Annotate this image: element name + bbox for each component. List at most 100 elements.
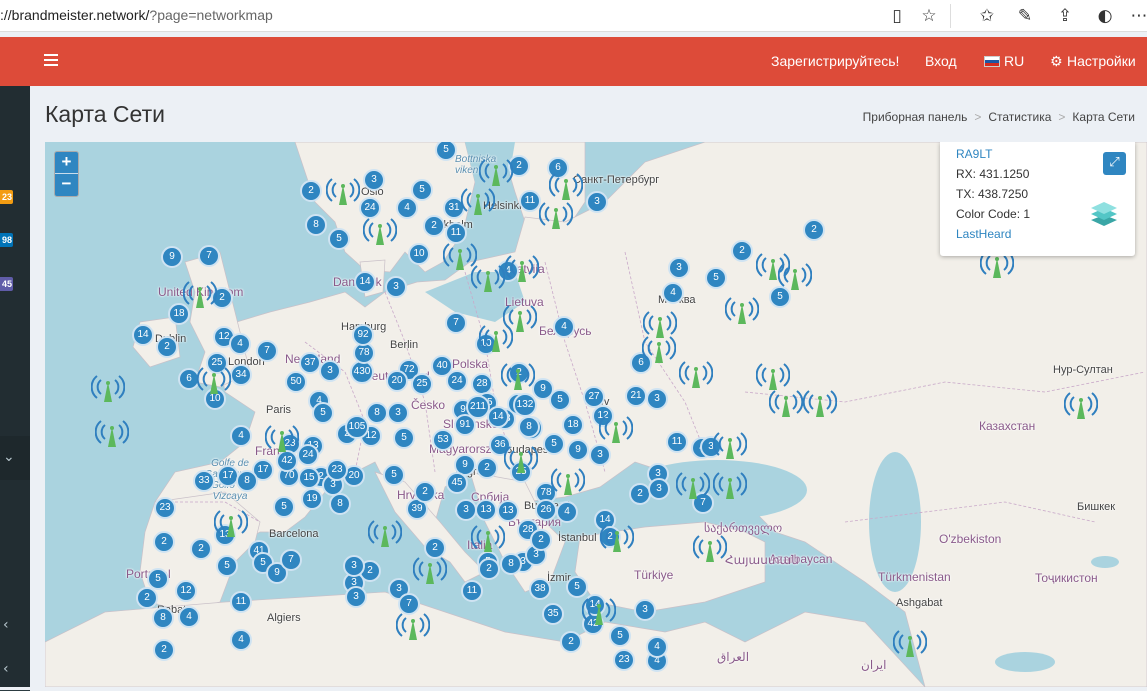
map-cluster-marker[interactable]: 7 <box>445 312 467 334</box>
map-cluster-marker[interactable]: 24 <box>297 444 319 466</box>
map-cluster-marker[interactable]: 105 <box>345 415 369 439</box>
share-icon[interactable]: ⇪ <box>1053 4 1077 28</box>
lastheard-link[interactable]: LastHeard <box>956 227 1011 241</box>
repeater-antenna-icon[interactable] <box>893 625 927 659</box>
map-cluster-marker[interactable]: 19 <box>301 488 323 510</box>
map-cluster-marker[interactable]: 7 <box>280 549 302 571</box>
url-field[interactable]: ://brandmeister.network/?page=networkmap <box>0 7 273 23</box>
map-cluster-marker[interactable]: 8 <box>152 607 174 629</box>
map-cluster-marker[interactable]: 2 <box>731 240 753 262</box>
map-cluster-marker[interactable]: 8 <box>500 553 522 575</box>
map-cluster-marker[interactable]: 21 <box>625 385 647 407</box>
repeater-antenna-icon[interactable] <box>693 530 727 564</box>
map-cluster-marker[interactable]: 3 <box>455 499 477 521</box>
fullscreen-icon[interactable]: ⤢ <box>1103 152 1126 175</box>
breadcrumb-statistics[interactable]: Статистика <box>988 110 1051 124</box>
map-cluster-marker[interactable]: 11 <box>666 431 688 453</box>
repeater-antenna-icon[interactable] <box>713 467 747 501</box>
map-cluster-marker[interactable]: 2 <box>560 631 582 653</box>
repeater-antenna-icon[interactable] <box>368 515 402 549</box>
map-cluster-marker[interactable]: 12 <box>175 580 197 602</box>
repeater-antenna-icon[interactable] <box>197 362 231 396</box>
repeater-antenna-icon[interactable] <box>91 370 125 404</box>
repeater-antenna-icon[interactable] <box>461 183 495 217</box>
map-cluster-marker[interactable]: 3 <box>586 191 608 213</box>
repeater-antenna-icon[interactable] <box>1064 387 1098 421</box>
map-cluster-marker[interactable]: 27 <box>583 386 605 408</box>
map-cluster-marker[interactable]: 5 <box>411 179 433 201</box>
map-cluster-marker[interactable]: 92 <box>352 324 374 346</box>
repeater-antenna-icon[interactable] <box>599 411 633 445</box>
login-link[interactable]: Вход <box>925 53 957 69</box>
map-cluster-marker[interactable]: 4 <box>556 501 578 523</box>
map-cluster-marker[interactable]: 45 <box>446 472 468 494</box>
map-cluster-marker[interactable]: 2 <box>153 531 175 553</box>
map-cluster-marker[interactable]: 3 <box>345 586 367 608</box>
repeater-antenna-icon[interactable] <box>803 385 837 419</box>
repeater-antenna-icon[interactable] <box>676 467 710 501</box>
map-cluster-marker[interactable]: 4 <box>230 425 252 447</box>
map-cluster-marker[interactable]: 4 <box>396 197 418 219</box>
map-cluster-marker[interactable]: 23 <box>613 649 635 671</box>
map-cluster-marker[interactable]: 2 <box>156 336 178 358</box>
map-cluster-marker[interactable]: 5 <box>328 228 350 250</box>
map-cluster-marker[interactable]: 3 <box>319 360 341 382</box>
map-cluster-marker[interactable]: 2 <box>478 558 500 580</box>
repeater-antenna-icon[interactable] <box>471 520 505 554</box>
map-cluster-marker[interactable]: 5 <box>549 389 571 411</box>
map-cluster-marker[interactable]: 7 <box>198 245 220 267</box>
map-cluster-marker[interactable]: 4 <box>646 636 668 658</box>
map-cluster-marker[interactable]: 50 <box>285 371 307 393</box>
map-cluster-marker[interactable]: 5 <box>383 464 405 486</box>
map-cluster-marker[interactable]: 2 <box>423 215 445 237</box>
repeater-antenna-icon[interactable] <box>363 213 397 247</box>
map-cluster-marker[interactable]: 37 <box>299 352 321 374</box>
map-cluster-marker[interactable]: 15 <box>298 467 320 489</box>
map-cluster-marker[interactable]: 2 <box>414 481 436 503</box>
repeater-antenna-icon[interactable] <box>642 331 676 365</box>
map-cluster-marker[interactable]: 13 <box>497 500 519 522</box>
map-cluster-marker[interactable]: 3 <box>385 276 407 298</box>
map-cluster-marker[interactable]: 14 <box>487 406 509 428</box>
map-cluster-marker[interactable]: 3 <box>634 599 656 621</box>
chevron-left-icon[interactable]: ‹ <box>3 617 9 633</box>
repeater-antenna-icon[interactable] <box>539 197 573 231</box>
repeater-antenna-icon[interactable] <box>725 292 759 326</box>
map-cluster-marker[interactable]: 8 <box>305 214 327 236</box>
map-cluster-marker[interactable]: 4 <box>553 316 575 338</box>
map-cluster-marker[interactable]: 10 <box>408 243 430 265</box>
map-cluster-marker[interactable]: 2 <box>153 639 175 661</box>
map-cluster-marker[interactable]: 3 <box>668 257 690 279</box>
favorites-list-icon[interactable]: ✩ <box>975 4 999 28</box>
repeater-antenna-icon[interactable] <box>778 258 812 292</box>
map-cluster-marker[interactable]: 34 <box>230 364 252 386</box>
favorite-star-icon[interactable]: ☆ <box>917 4 941 28</box>
more-icon[interactable]: ⋯ <box>1127 4 1147 28</box>
map-cluster-marker[interactable]: 9 <box>161 246 183 268</box>
map-cluster-marker[interactable]: 53 <box>432 429 454 451</box>
map-cluster-marker[interactable]: 4 <box>662 282 684 304</box>
chevron-left-icon[interactable]: ‹ <box>3 661 9 677</box>
map-cluster-marker[interactable]: 20 <box>386 370 408 392</box>
map-cluster-marker[interactable]: 3 <box>648 478 670 500</box>
map-cluster-marker[interactable]: 4 <box>229 333 251 355</box>
map-cluster-marker[interactable]: 33 <box>193 470 215 492</box>
layers-icon[interactable] <box>1089 199 1119 229</box>
map-cluster-marker[interactable]: 8 <box>236 470 258 492</box>
map-cluster-marker[interactable]: 18 <box>562 414 584 436</box>
map-cluster-marker[interactable]: 5 <box>216 555 238 577</box>
map-cluster-marker[interactable]: 3 <box>387 402 409 424</box>
language-selector[interactable]: RU <box>984 53 1024 69</box>
map-cluster-marker[interactable]: 5 <box>705 267 727 289</box>
map-cluster-marker[interactable]: 5 <box>543 433 565 455</box>
map-cluster-marker[interactable]: 11 <box>519 190 541 212</box>
repeater-antenna-icon[interactable] <box>95 415 129 449</box>
map-cluster-marker[interactable]: 5 <box>273 496 295 518</box>
map-cluster-marker[interactable]: 91 <box>454 414 476 436</box>
map-cluster-marker[interactable]: 38 <box>529 578 551 600</box>
repeater-antenna-icon[interactable] <box>582 593 616 627</box>
repeater-antenna-icon[interactable] <box>183 276 217 310</box>
map-cluster-marker[interactable]: 4 <box>178 606 200 628</box>
zoom-out-button[interactable]: − <box>55 174 78 196</box>
repeater-antenna-icon[interactable] <box>505 250 539 284</box>
